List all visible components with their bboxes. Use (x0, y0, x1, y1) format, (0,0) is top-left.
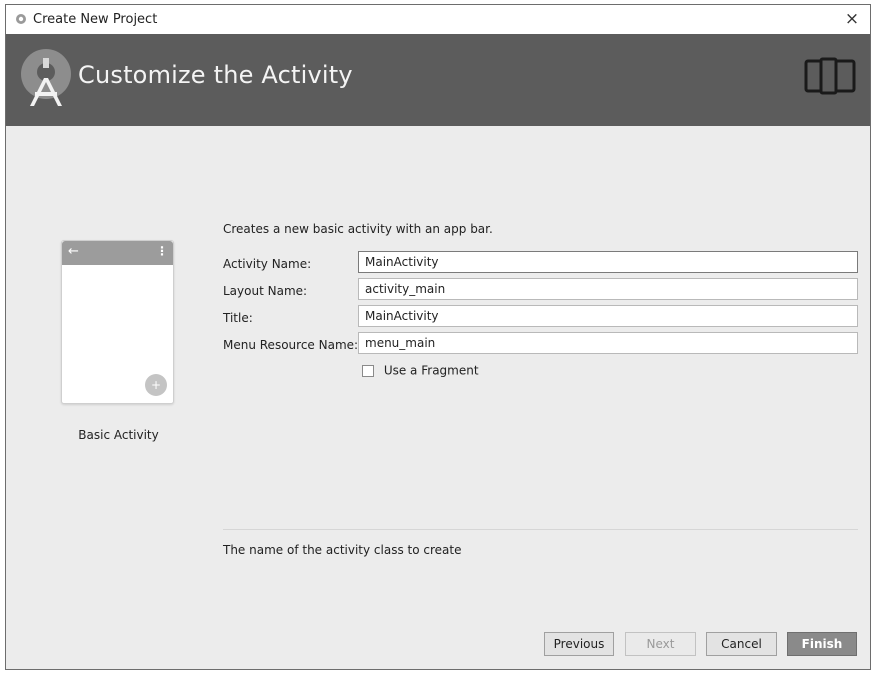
header-banner: Customize the Activity (6, 34, 870, 126)
fab-add-icon: + (145, 374, 167, 396)
tablet-phone-icon (804, 57, 856, 95)
activity-type-label: Basic Activity (78, 428, 159, 442)
page-title: Customize the Activity (78, 61, 353, 89)
phone-mockup: ← ⋮ + (61, 240, 174, 404)
activity-name-input[interactable] (358, 251, 858, 273)
activity-description: Creates a new basic activity with an app… (223, 222, 493, 236)
use-fragment-row[interactable]: Use a Fragment (362, 363, 479, 378)
android-studio-small-icon (16, 14, 26, 24)
layout-name-input[interactable] (358, 278, 858, 300)
activity-name-label: Activity Name: (223, 257, 312, 271)
overflow-menu-icon: ⋮ (156, 244, 168, 258)
close-button[interactable]: × (840, 8, 864, 30)
menu-resource-name-label: Menu Resource Name: (223, 338, 359, 352)
divider (223, 529, 858, 530)
layout-name-label: Layout Name: (223, 284, 308, 298)
activity-preview: ← ⋮ + (61, 240, 174, 404)
window-title: Create New Project (33, 12, 158, 27)
menu-resource-name-input[interactable] (358, 332, 858, 354)
use-fragment-label: Use a Fragment (383, 363, 479, 378)
cancel-button[interactable]: Cancel (706, 632, 777, 656)
android-studio-logo-icon (21, 49, 71, 106)
create-project-dialog: Create New Project × Customize the Activ… (5, 4, 871, 670)
title-bar: Create New Project × (6, 5, 870, 35)
previous-button[interactable]: Previous (544, 632, 614, 656)
title-input[interactable] (358, 305, 858, 327)
next-button[interactable]: Next (625, 632, 696, 656)
use-fragment-checkbox[interactable] (362, 364, 374, 377)
back-arrow-icon: ← (68, 244, 79, 259)
title-label: Title: (223, 311, 253, 325)
app-bar: ← ⋮ (62, 241, 173, 265)
field-hint: The name of the activity class to create (223, 543, 462, 557)
finish-button[interactable]: Finish (787, 632, 857, 656)
